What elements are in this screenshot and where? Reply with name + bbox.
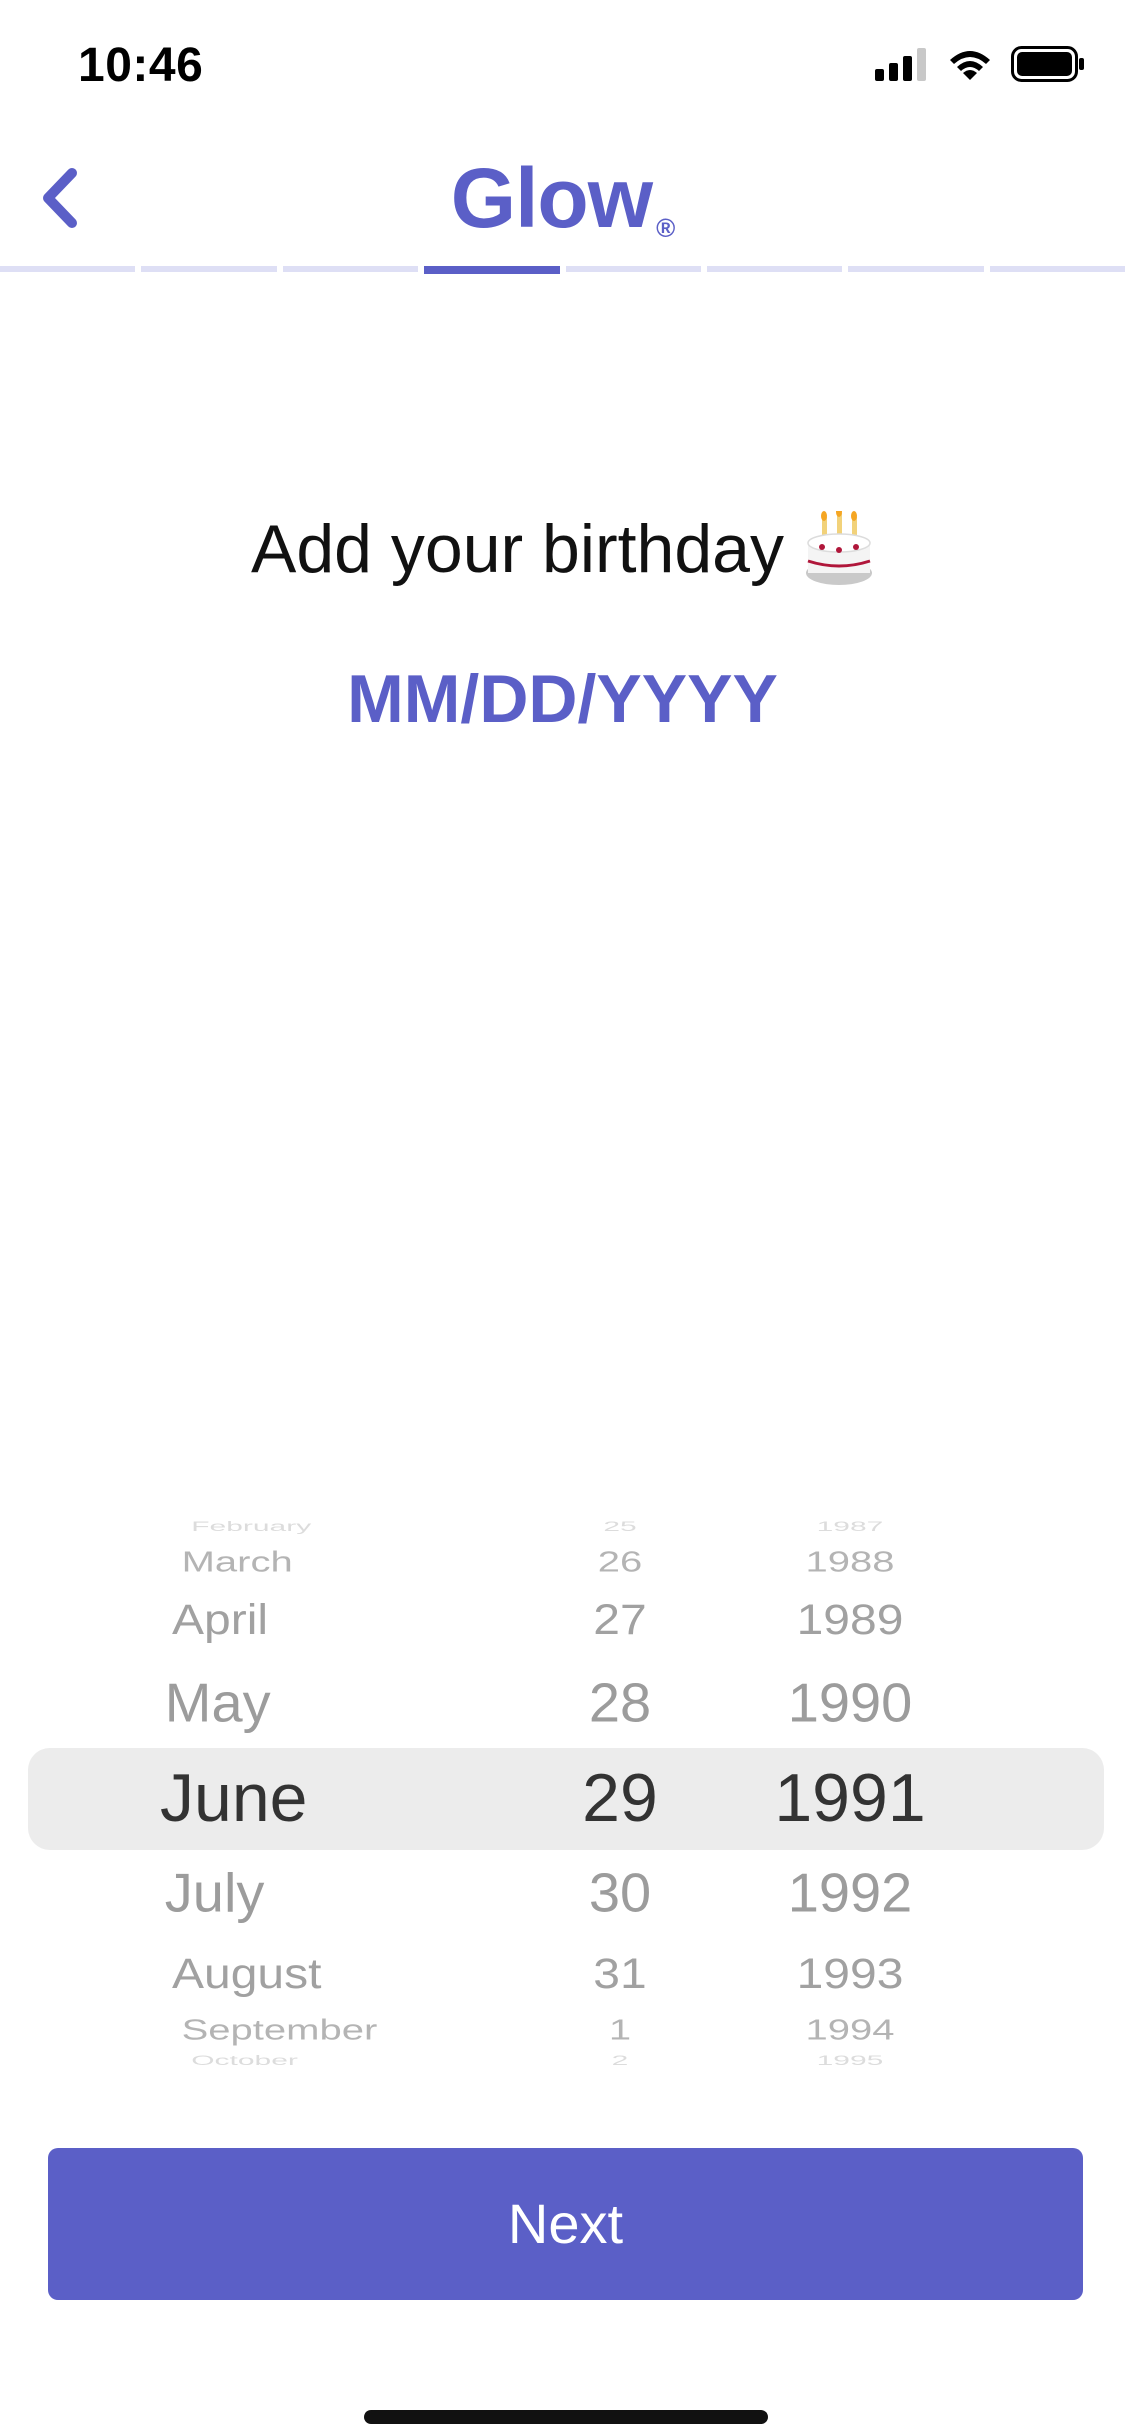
day-option[interactable]: 28 [560, 1671, 680, 1734]
month-option[interactable]: May [165, 1671, 271, 1734]
month-wheel[interactable]: February March April May June July August Septe… [0, 1520, 560, 2066]
day-option[interactable]: 30 [560, 1861, 680, 1924]
year-option[interactable]: 1992 [720, 1861, 980, 1924]
status-time: 10:46 [78, 39, 204, 92]
year-wheel[interactable]: 1987 1988 1989 1990 1991 1992 1993 1994 1995 [720, 1520, 980, 2066]
day-option[interactable]: 26 [560, 1546, 680, 1578]
title-row: Add your birthday [0, 510, 1125, 588]
progress-step-6 [706, 266, 843, 272]
birthday-cake-icon [805, 511, 872, 585]
day-option[interactable]: 27 [560, 1596, 680, 1644]
month-option[interactable]: June [160, 1759, 307, 1837]
day-option[interactable]: 31 [560, 1950, 680, 1998]
progress-step-4 [424, 266, 560, 274]
month-option[interactable]: February [191, 1520, 311, 1535]
date-wheel-picker[interactable]: February March April May June July August Septe… [0, 1520, 1125, 2066]
registered-mark: ® [656, 213, 675, 243]
year-option[interactable]: 1989 [720, 1596, 980, 1644]
day-option[interactable]: 25 [560, 1520, 680, 1535]
battery-icon [1011, 46, 1084, 82]
brand-logo: Glow ® [0, 150, 1125, 247]
page-title: Add your birthday [251, 511, 784, 587]
year-option[interactable]: 1995 [720, 2053, 980, 2066]
year-option[interactable]: 1993 [720, 1950, 980, 1998]
home-indicator [364, 2410, 768, 2424]
day-wheel[interactable]: 25 26 27 28 29 30 31 1 2 [560, 1520, 680, 2066]
step-progress-bar [0, 266, 1125, 274]
month-option[interactable]: October [191, 2053, 298, 2066]
progress-step-8 [989, 266, 1125, 272]
next-button[interactable]: Next [48, 2148, 1083, 2300]
day-option[interactable]: 1 [560, 2014, 680, 2046]
day-option[interactable]: 2 [560, 2053, 680, 2066]
progress-step-1 [0, 266, 136, 272]
wifi-icon [950, 51, 990, 80]
year-option[interactable]: 1994 [720, 2014, 980, 2046]
month-option[interactable]: March [182, 1546, 293, 1578]
month-option[interactable]: April [172, 1596, 268, 1644]
month-option[interactable]: July [165, 1861, 265, 1924]
year-option[interactable]: 1987 [720, 1520, 980, 1535]
year-option[interactable]: 1991 [720, 1759, 980, 1837]
status-icons [875, 46, 1085, 82]
month-option[interactable]: August [172, 1950, 321, 1998]
progress-step-2 [141, 266, 277, 272]
year-option[interactable]: 1990 [720, 1671, 980, 1734]
progress-step-3 [282, 266, 419, 272]
year-option[interactable]: 1988 [720, 1546, 980, 1578]
progress-step-7 [848, 266, 984, 272]
brand-name: Glow [450, 151, 653, 245]
progress-step-5 [565, 266, 701, 272]
month-option[interactable]: September [182, 2014, 378, 2046]
cellular-signal-icon [875, 48, 926, 81]
day-option[interactable]: 29 [560, 1759, 680, 1837]
date-display-field[interactable]: MM/DD/YYYY [0, 660, 1125, 738]
